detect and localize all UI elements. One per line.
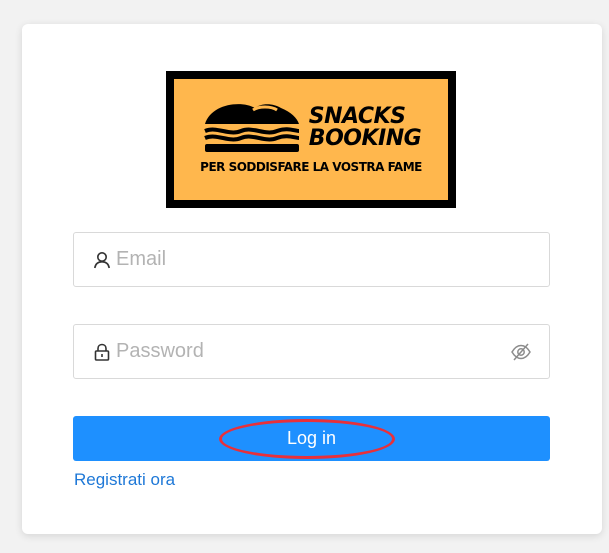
logo-main: SNACKS BOOKING [201,100,422,156]
login-button[interactable]: Log in [73,416,550,461]
logo-words: SNACKS BOOKING [308,103,422,151]
page: SNACKS BOOKING PER SODDISFARE LA VOSTRA … [0,0,609,553]
logo-line-2: BOOKING [308,125,422,151]
password-input[interactable] [116,336,509,367]
lock-icon [92,342,112,362]
login-card: SNACKS BOOKING PER SODDISFARE LA VOSTRA … [22,24,602,534]
burger-icon [204,103,299,152]
user-icon [92,250,112,270]
logo-tagline: PER SODDISFARE LA VOSTRA FAME [200,159,422,174]
password-field[interactable] [73,324,550,379]
brand-logo: SNACKS BOOKING PER SODDISFARE LA VOSTRA … [166,71,456,208]
logo-line-1: SNACKS [308,103,406,129]
register-link[interactable]: Registrati ora [74,470,175,490]
email-input[interactable] [116,244,549,275]
email-field[interactable] [73,232,550,287]
eye-slash-icon[interactable] [509,340,533,364]
